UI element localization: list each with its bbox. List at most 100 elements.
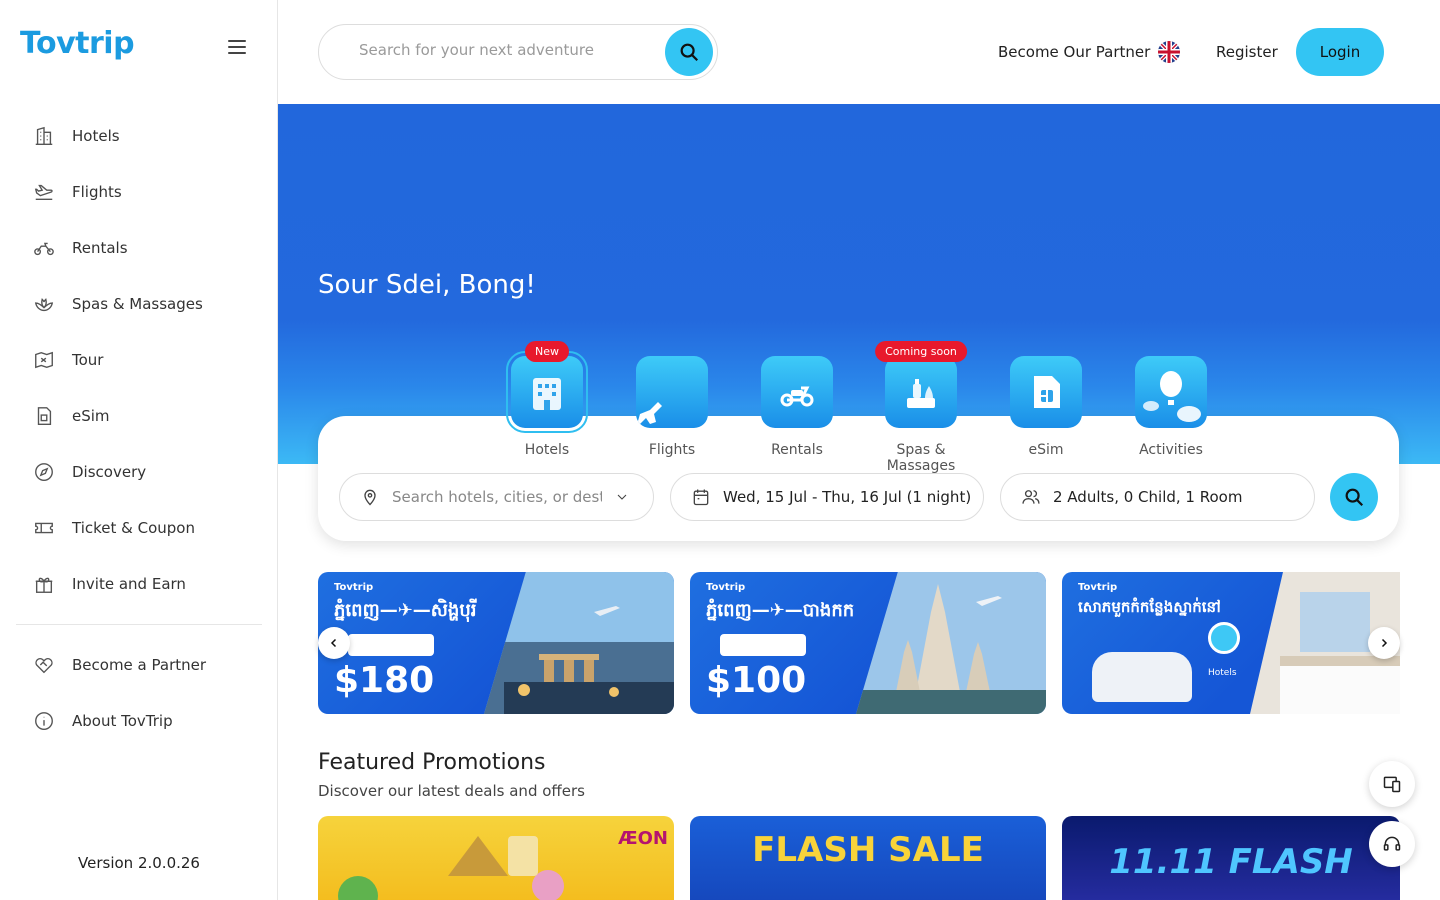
tab-label: Activities [1139, 442, 1203, 458]
sidebar-item-label: Invite and Earn [72, 575, 186, 593]
esim-card-icon [1010, 356, 1082, 428]
tab-label: Flights [648, 442, 696, 458]
sidebar-item-label: Hotels [72, 127, 120, 145]
compass-icon [32, 460, 56, 484]
global-search-input[interactable] [359, 41, 649, 59]
promo-card-aeon[interactable]: ÆON [318, 816, 674, 900]
banner-route: សោភមួកកំកន្លែងស្នាក់នៅ [1078, 598, 1221, 616]
map-icon [32, 348, 56, 372]
promo-banner-singapore[interactable]: Tovtrip ភ្នំពេញ—✈—សិង្ហបុរី $180 [318, 572, 674, 714]
tab-esim[interactable]: eSim [986, 340, 1106, 458]
tab-flights[interactable]: Flights [612, 340, 732, 458]
chevron-down-icon[interactable] [614, 489, 630, 505]
headset-icon [1383, 836, 1401, 851]
sidebar-item-label: Rentals [72, 239, 128, 257]
users-icon [1022, 490, 1040, 504]
hotel-bed-icon [1208, 622, 1240, 654]
sidebar-item-become-partner[interactable]: Become a Partner [16, 637, 262, 693]
sidebar-item-tour[interactable]: Tour [16, 332, 262, 388]
tab-rentals[interactable]: Rentals [737, 340, 857, 458]
round-trip-pill [348, 634, 434, 656]
sidebar-item-about[interactable]: About TovTrip [16, 693, 262, 749]
devices-icon [1383, 776, 1401, 793]
banner-price: $180 [334, 660, 435, 701]
sidebar-item-label: eSim [72, 407, 110, 425]
location-pin-icon [364, 489, 376, 506]
promo-card-flash-sale[interactable]: FLASH SALE [690, 816, 1046, 900]
scooter-icon [761, 356, 833, 428]
spa-bottles-icon [885, 356, 957, 428]
building-icon [32, 124, 56, 148]
become-partner-link[interactable]: Become Our Partner [998, 43, 1150, 61]
new-badge: New [525, 341, 569, 362]
bedding-image [1092, 652, 1192, 702]
tab-label: Spas & Massages [886, 442, 956, 474]
category-tabs: New Hotels Flights Rentals Coming soon S… [505, 340, 1225, 474]
sidebar-item-rentals[interactable]: Rentals [16, 220, 262, 276]
sidebar-item-label: About TovTrip [72, 712, 173, 730]
banner-tag: Hotels [1208, 668, 1237, 678]
wat-arun-image [856, 572, 1046, 714]
tab-hotels[interactable]: New Hotels [487, 340, 607, 458]
promo-card-11-11[interactable]: 11.11 FLASH [1062, 816, 1400, 900]
sidebar-item-label: Tour [72, 351, 104, 369]
guests-value: 2 Adults, 0 Child, 1 Room [1053, 488, 1243, 506]
guests-field[interactable]: 2 Adults, 0 Child, 1 Room [1000, 473, 1315, 521]
tab-activities[interactable]: Activities [1111, 340, 1231, 458]
sidebar-item-label: Become a Partner [72, 656, 207, 674]
promo-banner-hotels[interactable]: Tovtrip សោភមួកកំកន្លែងស្នាក់នៅ Hotels [1062, 572, 1400, 714]
flash-1111-text: 11.11 FLASH [1109, 842, 1353, 882]
top-header: Become Our Partner Register Login [278, 0, 1440, 104]
gift-icon [32, 572, 56, 596]
date-range-field[interactable]: Wed, 15 Jul - Thu, 16 Jul (1 night) [670, 473, 984, 521]
destination-input[interactable]: Search hotels, cities, or destir [392, 488, 602, 506]
coming-soon-badge: Coming soon [875, 341, 967, 362]
tab-spas-massages[interactable]: Coming soon Spas & Massages [861, 340, 981, 474]
featured-promotions-title: Featured Promotions [318, 750, 546, 775]
sidebar-item-flights[interactable]: Flights [16, 164, 262, 220]
tovtrip-logo[interactable]: Tovtrip [20, 26, 135, 61]
search-icon[interactable] [665, 28, 713, 76]
sidebar-item-spas[interactable]: Spas & Massages [16, 276, 262, 332]
carousel-prev-button[interactable] [318, 627, 350, 659]
destination-field[interactable]: Search hotels, cities, or destir [339, 473, 654, 521]
sidebar-item-ticket-coupon[interactable]: Ticket & Coupon [16, 500, 262, 556]
tab-label: eSim [1028, 442, 1064, 458]
chevron-right-icon [1381, 638, 1388, 648]
motorbike-icon [32, 236, 56, 260]
login-button[interactable]: Login [1296, 28, 1384, 76]
banner-route: ភ្នំពេញ—✈—បាងកក [706, 600, 855, 621]
device-switch-button[interactable] [1369, 761, 1415, 807]
featured-promotions-subtitle: Discover our latest deals and offers [318, 782, 585, 800]
aeon-festival-artwork [338, 836, 564, 900]
sidebar-item-esim[interactable]: eSim [16, 388, 262, 444]
hot-air-balloon-icon [1135, 356, 1207, 428]
carousel-next-button[interactable] [1368, 627, 1400, 659]
support-button[interactable] [1369, 821, 1415, 867]
flash-sale-text: FLASH SALE [752, 830, 984, 870]
plane-icon [32, 180, 56, 204]
sidebar-item-label: Flights [72, 183, 122, 201]
round-trip-pill [720, 634, 806, 656]
search-submit-button[interactable] [1330, 473, 1378, 521]
app-version: Version 2.0.0.26 [78, 854, 200, 872]
sim-icon [32, 404, 56, 428]
sidebar-item-label: Discovery [72, 463, 147, 481]
sidebar-item-hotels[interactable]: Hotels [16, 108, 262, 164]
promo-banner-bangkok[interactable]: Tovtrip ភ្នំពេញ—✈—បាងកក $100 [690, 572, 1046, 714]
hamburger-menu-icon[interactable] [226, 38, 248, 56]
banner-route: ភ្នំពេញ—✈—សិង្ហបុរី [334, 600, 477, 621]
handshake-heart-icon [32, 653, 56, 677]
sidebar-nav: Hotels Flights Rentals Spas & Massages T… [16, 108, 262, 749]
register-link[interactable]: Register [1216, 43, 1278, 61]
banner-price: $100 [706, 660, 807, 701]
banner-brand: Tovtrip [706, 582, 746, 593]
sidebar-item-label: Spas & Massages [72, 295, 203, 313]
uk-flag-icon[interactable] [1158, 41, 1180, 63]
sidebar-item-label: Ticket & Coupon [72, 519, 195, 537]
hero-greeting: Sour Sdei, Bong! [318, 270, 536, 300]
chevron-left-icon [330, 638, 337, 648]
date-range-value: Wed, 15 Jul - Thu, 16 Jul (1 night) [723, 488, 972, 506]
sidebar-item-invite-earn[interactable]: Invite and Earn [16, 556, 262, 612]
sidebar-item-discovery[interactable]: Discovery [16, 444, 262, 500]
